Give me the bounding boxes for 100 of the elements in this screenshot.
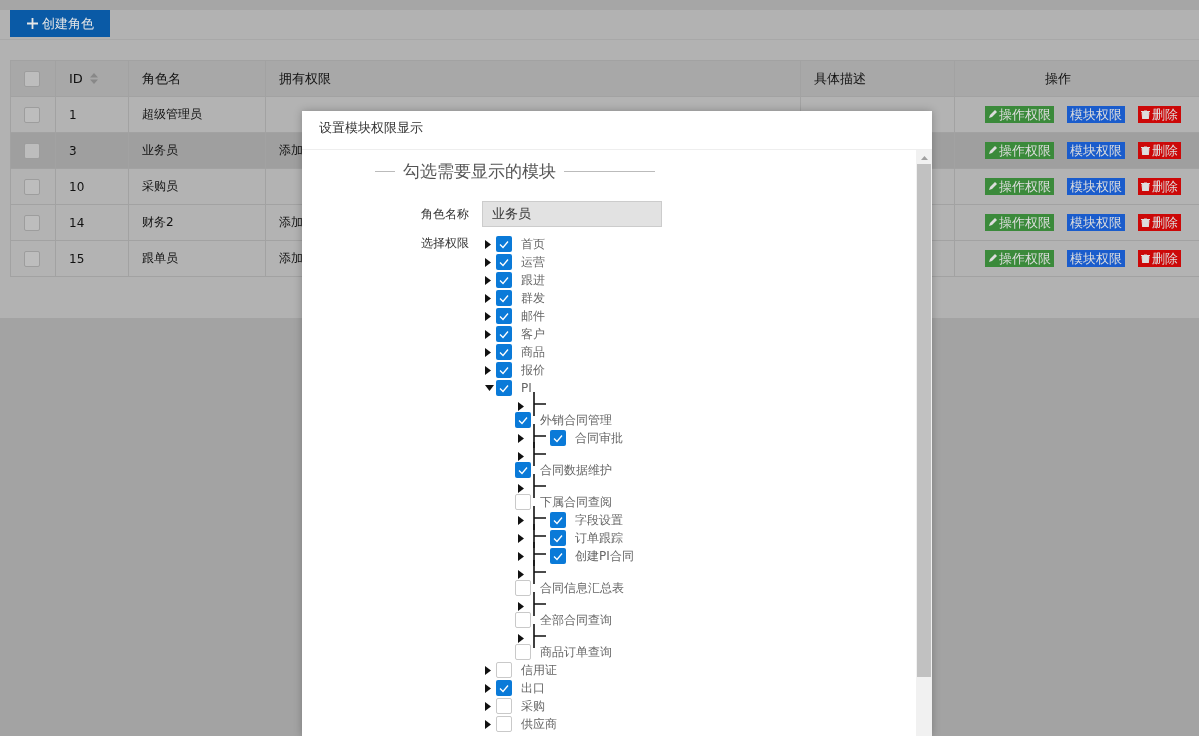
plus-icon xyxy=(26,18,38,29)
caret-right-icon[interactable] xyxy=(485,347,491,357)
tree-connector-icon xyxy=(533,623,546,648)
checkbox[interactable] xyxy=(496,380,512,396)
tree-item-label[interactable]: 合同审批 xyxy=(575,429,623,447)
caret-right-icon[interactable] xyxy=(485,293,491,303)
checkbox[interactable] xyxy=(515,580,531,596)
checkbox[interactable] xyxy=(24,250,40,267)
module-permission-button[interactable]: 模块权限 xyxy=(1067,250,1125,267)
caret-right-icon[interactable] xyxy=(485,365,491,375)
caret-right-icon[interactable] xyxy=(485,719,491,729)
tree-item-label[interactable]: 群发 xyxy=(521,289,545,307)
id-text: 14 xyxy=(69,215,85,230)
checkbox[interactable] xyxy=(515,612,531,628)
caret-right-icon[interactable] xyxy=(485,683,491,693)
tree-item-label[interactable]: 合同数据维护 xyxy=(540,461,612,479)
id-text: 10 xyxy=(69,179,85,194)
caret-right-icon[interactable] xyxy=(485,665,491,675)
checkbox[interactable] xyxy=(496,236,512,252)
checkbox[interactable] xyxy=(496,308,512,324)
create-role-button[interactable]: 创建角色 xyxy=(10,10,110,37)
checkbox[interactable] xyxy=(515,494,531,510)
module-permission-button[interactable]: 模块权限 xyxy=(1067,178,1125,195)
checkbox[interactable] xyxy=(515,412,531,428)
tree-connector-icon xyxy=(533,441,546,466)
tree-item-label[interactable]: 商品 xyxy=(521,343,545,361)
checkbox[interactable] xyxy=(24,106,40,123)
tree-item-label[interactable]: 信用证 xyxy=(521,661,557,679)
module-permission-button[interactable]: 模块权限 xyxy=(1067,142,1125,159)
checkbox[interactable] xyxy=(515,644,531,660)
caret-down-icon[interactable] xyxy=(485,385,494,391)
role-name: 超级管理员 xyxy=(142,106,202,123)
module-permission-button[interactable]: 模块权限 xyxy=(1067,106,1125,123)
delete-button[interactable]: 删除 xyxy=(1138,178,1181,195)
tree-item-label[interactable]: 采购 xyxy=(521,697,545,715)
tree-item-label[interactable]: 跟进 xyxy=(521,271,545,289)
tree-item-label[interactable]: 商品订单查询 xyxy=(540,643,612,661)
caret-right-icon[interactable] xyxy=(485,257,491,267)
tree-item-label[interactable]: 字段设置 xyxy=(575,511,623,529)
delete-button[interactable]: 删除 xyxy=(1138,106,1181,123)
checkbox[interactable] xyxy=(496,662,512,678)
delete-button[interactable]: 删除 xyxy=(1138,142,1181,159)
section-legend: 勾选需要显示的模块 xyxy=(403,160,556,183)
tree-item-label[interactable]: 客户 xyxy=(521,325,545,343)
checkbox[interactable] xyxy=(24,178,40,195)
tree-item-label[interactable]: 订单跟踪 xyxy=(575,529,623,547)
tree-item-label[interactable]: 创建PI合同 xyxy=(575,547,634,565)
tree-item-label[interactable]: PI xyxy=(521,381,532,395)
operation-permission-button[interactable]: 操作权限 xyxy=(985,214,1054,231)
operation-permission-button[interactable]: 操作权限 xyxy=(985,142,1054,159)
tree-item-label[interactable]: 邮件 xyxy=(521,307,545,325)
checkbox[interactable] xyxy=(24,142,40,159)
role-name: 跟单员 xyxy=(142,250,178,267)
tree-item-label[interactable]: 全部合同查询 xyxy=(540,611,612,629)
scrollbar[interactable] xyxy=(916,150,932,736)
delete-button[interactable]: 删除 xyxy=(1138,214,1181,231)
tree-item-label[interactable]: 下属合同查阅 xyxy=(540,493,612,511)
checkbox[interactable] xyxy=(496,362,512,378)
checkbox[interactable] xyxy=(496,290,512,306)
checkbox[interactable] xyxy=(496,254,512,270)
caret-right-icon xyxy=(518,633,524,643)
delete-button[interactable]: 删除 xyxy=(1138,250,1181,267)
tree-item-label[interactable]: 合同信息汇总表 xyxy=(540,579,624,597)
caret-right-icon[interactable] xyxy=(485,701,491,711)
tree-item-label[interactable]: 出口 xyxy=(521,679,545,697)
checkbox[interactable] xyxy=(24,214,40,231)
checkbox[interactable] xyxy=(496,680,512,696)
checkbox[interactable] xyxy=(550,512,566,528)
operation-permission-button[interactable]: 操作权限 xyxy=(985,178,1054,195)
checkbox[interactable] xyxy=(496,272,512,288)
tree-item-label[interactable]: 外销合同管理 xyxy=(540,411,612,429)
checkbox[interactable] xyxy=(550,548,566,564)
caret-right-icon[interactable] xyxy=(485,275,491,285)
caret-right-icon[interactable] xyxy=(485,239,491,249)
tree-item-label[interactable]: 首页 xyxy=(521,235,545,253)
checkbox[interactable] xyxy=(496,326,512,342)
column-header[interactable]: ID xyxy=(69,71,83,86)
tree-item-label[interactable]: 供应商 xyxy=(521,715,557,733)
tree-connector-icon xyxy=(533,559,546,584)
scrollbar-thumb[interactable] xyxy=(917,164,931,677)
pencil-icon xyxy=(988,146,997,155)
checkbox[interactable] xyxy=(496,344,512,360)
module-permission-button[interactable]: 模块权限 xyxy=(1067,214,1125,231)
tree-item-label[interactable]: 报价 xyxy=(521,361,545,379)
caret-right-icon[interactable] xyxy=(485,311,491,321)
permissions-text: 添加 xyxy=(279,214,303,231)
checkbox[interactable] xyxy=(515,462,531,478)
select-all-checkbox[interactable] xyxy=(24,70,40,87)
pencil-icon xyxy=(988,218,997,227)
operation-permission-button[interactable]: 操作权限 xyxy=(985,250,1054,267)
checkbox[interactable] xyxy=(550,430,566,446)
scroll-up-icon xyxy=(920,156,928,160)
column-header: 角色名 xyxy=(142,69,181,88)
checkbox[interactable] xyxy=(496,698,512,714)
checkbox[interactable] xyxy=(496,716,512,732)
checkbox[interactable] xyxy=(550,530,566,546)
operation-permission-button[interactable]: 操作权限 xyxy=(985,106,1054,123)
caret-right-icon[interactable] xyxy=(485,329,491,339)
tree-item-label[interactable]: 运营 xyxy=(521,253,545,271)
role-name-field[interactable]: 业务员 xyxy=(482,201,662,227)
